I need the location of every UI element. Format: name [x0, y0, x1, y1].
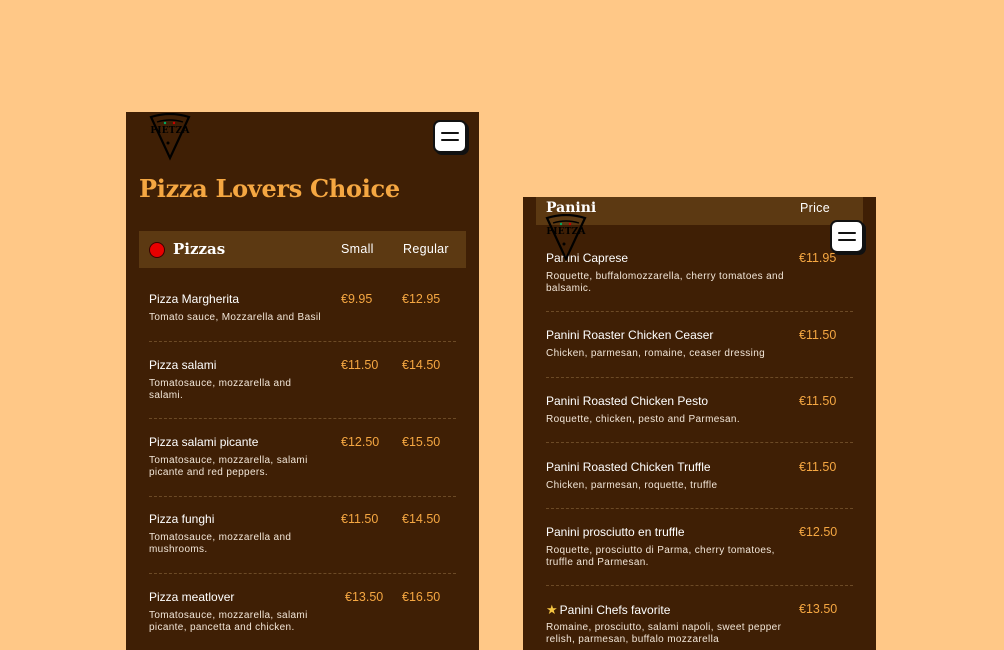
price: €11.50: [799, 328, 837, 342]
menu-item[interactable]: Pizza funghi Tomatosauce, mozzarella and…: [149, 512, 456, 558]
price-small: €12.50: [341, 435, 380, 449]
price-regular: €16.50: [402, 590, 441, 604]
hamburger-menu-icon-bar: [838, 239, 856, 241]
item-name: Pizza Margherita: [149, 292, 240, 306]
menu-item[interactable]: ★ Panini Chefs favorite Romaine, prosciut…: [546, 602, 853, 648]
menu-item[interactable]: Pizza Margherita Tomato sauce, Mozzarell…: [149, 292, 456, 332]
menu-item[interactable]: Panini Roasted Chicken Truffle Chicken, …: [546, 460, 853, 496]
price-regular: €12.95: [402, 292, 441, 306]
divider: [546, 311, 853, 312]
divider: [149, 418, 456, 419]
price: €11.50: [799, 394, 837, 408]
item-description: Romaine, prosciutto, salami napoli, swee…: [546, 622, 782, 645]
item-name-row: ★ Panini Chefs favorite: [546, 602, 670, 618]
price-small: €9.95: [341, 292, 373, 306]
item-description: Tomatosauce, mozzarella, salami picante …: [149, 455, 308, 478]
column-header-small: Small: [341, 242, 374, 256]
item-name: Panini Roasted Chicken Truffle: [546, 460, 711, 474]
menu-item[interactable]: Pizza salami Tomatosauce, mozzarella and…: [149, 358, 456, 404]
red-dot-icon: [149, 242, 165, 258]
item-description: Roquette, chicken, pesto and Parmesan.: [546, 414, 740, 425]
section-header-pizzas: Pizzas Small Regular: [139, 231, 466, 268]
star-icon: ★: [546, 602, 558, 617]
item-name: Pizza funghi: [149, 512, 215, 526]
price: €12.50: [799, 525, 838, 539]
price-small: €13.50: [345, 590, 384, 604]
divider: [149, 573, 456, 574]
item-name: Panini prosciutto en truffle: [546, 525, 685, 539]
item-description: Chicken, parmesan, roquette, truffle: [546, 480, 718, 491]
item-name: Pizza salami picante: [149, 435, 259, 449]
menu-button[interactable]: [830, 220, 864, 253]
price: €13.50: [799, 602, 838, 616]
menu-item[interactable]: Panini Roasted Chicken Pesto Roquette, c…: [546, 394, 853, 430]
panini-menu-screen: Panini Price Panini Caprese Roquette, bu…: [523, 197, 876, 650]
item-description: Tomatosauce, mozzarella and salami.: [149, 378, 292, 401]
pizza-menu-screen: PIETZA Pizza Lovers Choice Pizzas Small …: [126, 112, 479, 650]
divider: [149, 341, 456, 342]
logo-text: PIETZA: [546, 227, 586, 237]
column-header-regular: Regular: [403, 242, 449, 256]
item-name: Panini Roasted Chicken Pesto: [546, 394, 709, 408]
divider: [546, 508, 853, 509]
divider: [149, 496, 456, 497]
section-title: Pizzas: [173, 240, 226, 258]
item-description: Tomatosauce, mozzarella and mushrooms.: [149, 532, 292, 555]
price-regular: €14.50: [402, 358, 441, 372]
menu-item[interactable]: Pizza meatlover Tomatosauce, mozzarella,…: [149, 590, 456, 636]
price: €11.50: [799, 460, 837, 474]
item-name: Pizza meatlover: [149, 590, 235, 604]
column-header-price: Price: [800, 201, 830, 215]
item-description: Tomatosauce, mozzarella, salami picante,…: [149, 610, 308, 633]
divider: [546, 377, 853, 378]
price-regular: €14.50: [402, 512, 441, 526]
item-description: Tomato sauce, Mozzarella and Basil: [149, 312, 321, 323]
menu-item[interactable]: Panini prosciutto en truffle Roquette, p…: [546, 525, 853, 571]
divider: [546, 442, 853, 443]
hamburger-menu-icon: [441, 132, 459, 134]
logo-text: PIETZA: [150, 126, 190, 136]
menu-item[interactable]: Panini Caprese Roquette, buffalomozzarel…: [546, 251, 853, 297]
pietza-logo[interactable]: PIETZA: [148, 113, 192, 161]
hamburger-menu-icon: [838, 232, 856, 234]
price: €11.95: [799, 251, 837, 265]
item-description: Roquette, buffalomozzarella, cherry toma…: [546, 271, 784, 294]
item-description: Chicken, parmesan, romaine, ceaser dress…: [546, 348, 766, 359]
divider: [546, 585, 853, 586]
item-description: Roquette, prosciutto di Parma, cherry to…: [546, 545, 775, 568]
page-title: Pizza Lovers Choice: [139, 174, 400, 203]
item-name: Panini Chefs favorite: [559, 603, 671, 617]
menu-button[interactable]: [433, 120, 467, 153]
pietza-logo[interactable]: PIETZA: [544, 214, 588, 262]
price-regular: €15.50: [402, 435, 441, 449]
menu-item[interactable]: Panini Roaster Chicken Ceaser Chicken, p…: [546, 328, 853, 364]
price-small: €11.50: [341, 512, 379, 526]
item-name: Pizza salami: [149, 358, 217, 372]
item-name: Panini Roaster Chicken Ceaser: [546, 328, 714, 342]
hamburger-menu-icon-bar: [441, 139, 459, 141]
menu-item[interactable]: Pizza salami picante Tomatosauce, mozzar…: [149, 435, 456, 481]
price-small: €11.50: [341, 358, 379, 372]
